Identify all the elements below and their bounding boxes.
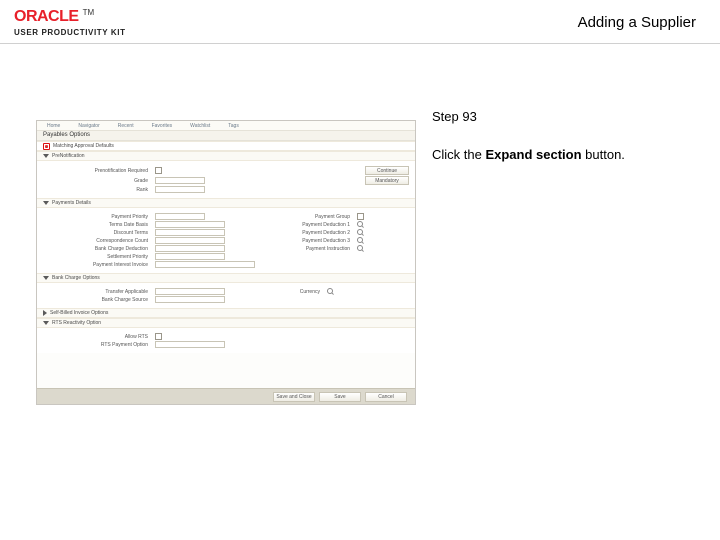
section-label: Payments Details xyxy=(52,200,91,206)
field-label: Rank xyxy=(43,187,151,193)
search-icon[interactable] xyxy=(357,237,364,244)
instruction-panel: Step 93 Click the Expand section button. xyxy=(410,56,720,405)
tab: Tags xyxy=(228,123,239,129)
embedded-screenshot: Home Navigator Recent Favorites Watchlis… xyxy=(36,120,416,405)
text-input[interactable] xyxy=(155,177,205,184)
modal-footer: Save and Close Save Cancel xyxy=(37,388,415,404)
text-input[interactable] xyxy=(155,261,255,268)
field-label: Bank Charge Deduction xyxy=(43,246,151,252)
field-label: Payment Interest Invoice xyxy=(43,262,151,268)
continue-button[interactable]: Continue xyxy=(365,166,409,175)
field-label: Payment Deduction 2 xyxy=(263,230,353,236)
tab: Favorites xyxy=(152,123,173,129)
prenotif-body: Prenotification Required Continue Grade … xyxy=(37,161,415,198)
instruction-prefix: Click the xyxy=(432,147,485,162)
collapse-icon[interactable] xyxy=(43,276,49,280)
section-payment-details[interactable]: Payments Details xyxy=(37,198,415,208)
search-icon[interactable] xyxy=(357,229,364,236)
bankcharge-body: Transfer Applicable Bank Charge Source C… xyxy=(37,283,415,308)
section-prenotification[interactable]: PreNotification xyxy=(37,151,415,161)
save-button[interactable]: Save xyxy=(319,392,361,402)
checkbox[interactable] xyxy=(155,167,162,174)
field-label: Payment Deduction 3 xyxy=(263,238,353,244)
field-label: Transfer Applicable xyxy=(43,289,151,295)
instruction-bold: Expand section xyxy=(485,147,581,162)
screenshot-wrap: Home Navigator Recent Favorites Watchlis… xyxy=(0,56,410,405)
expand-icon[interactable] xyxy=(43,310,47,316)
field-label: RTS Payment Option xyxy=(43,342,151,348)
field-label: Discount Terms xyxy=(43,230,151,236)
section-bank-charge[interactable]: Bank Charge Options xyxy=(37,273,415,283)
field-label: Prenotification Required xyxy=(43,168,151,174)
oracle-logo: ORACLE TM xyxy=(14,8,126,26)
collapse-icon[interactable] xyxy=(43,321,49,325)
checkbox[interactable] xyxy=(357,213,364,220)
header-bar: ORACLE TM USER PRODUCTIVITY KIT Adding a… xyxy=(0,0,720,44)
text-input[interactable] xyxy=(155,213,205,220)
field-label: Payment Deduction 1 xyxy=(263,222,353,228)
select-input[interactable] xyxy=(155,296,225,303)
subbrand-label: USER PRODUCTIVITY KIT xyxy=(14,28,126,37)
field-label: Allow RTS xyxy=(43,334,151,340)
modal-title: Payables Options xyxy=(37,131,415,141)
field-label: Correspondence Count xyxy=(43,238,151,244)
select-input[interactable] xyxy=(155,288,225,295)
collapse-icon[interactable] xyxy=(43,201,49,205)
instruction-suffix: button. xyxy=(582,147,625,162)
tab: Recent xyxy=(118,123,134,129)
field-label: Payment Instruction xyxy=(263,246,353,252)
app-tabs: Home Navigator Recent Favorites Watchlis… xyxy=(37,121,415,131)
section-label: Matching Approval Defaults xyxy=(53,143,114,149)
expand-icon[interactable] xyxy=(43,143,50,150)
field-label: Terms Date Basis xyxy=(43,222,151,228)
select-input[interactable] xyxy=(155,245,225,252)
trademark-symbol: TM xyxy=(83,8,95,17)
select-input[interactable] xyxy=(155,221,225,228)
step-number: Step 93 xyxy=(432,108,704,126)
section-label: Self-Billed Invoice Options xyxy=(50,310,108,316)
text-input[interactable] xyxy=(155,186,205,193)
collapse-icon[interactable] xyxy=(43,154,49,158)
field-label: Grade xyxy=(43,178,151,184)
tab: Watchlist xyxy=(190,123,210,129)
search-icon[interactable] xyxy=(327,288,334,295)
save-close-button[interactable]: Save and Close xyxy=(273,392,315,402)
section-label: PreNotification xyxy=(52,153,85,159)
mandatory-button[interactable]: Mandatory xyxy=(365,176,409,185)
field-label: Bank Charge Source xyxy=(43,297,151,303)
field-label: Payment Priority xyxy=(43,214,151,220)
search-icon[interactable] xyxy=(357,221,364,228)
field-label: Payment Group xyxy=(263,214,353,220)
checkbox[interactable] xyxy=(155,333,162,340)
text-input[interactable] xyxy=(155,341,225,348)
section-match-approval[interactable]: Matching Approval Defaults xyxy=(37,141,415,151)
section-label: Bank Charge Options xyxy=(52,275,100,281)
regparam-body: Allow RTS RTS Payment Option xyxy=(37,328,415,353)
select-input[interactable] xyxy=(155,253,225,260)
brand-block: ORACLE TM USER PRODUCTIVITY KIT xyxy=(14,8,126,37)
tab: Home xyxy=(47,123,60,129)
instruction-text: Click the Expand section button. xyxy=(432,146,704,164)
brand-word: ORACLE xyxy=(14,8,79,26)
cancel-button[interactable]: Cancel xyxy=(365,392,407,402)
paydetails-body: Payment Priority Terms Date Basis Discou… xyxy=(37,208,415,273)
select-input[interactable] xyxy=(155,229,225,236)
section-label: RTS Reactivity Option xyxy=(52,320,101,326)
search-icon[interactable] xyxy=(357,245,364,252)
tab: Navigator xyxy=(78,123,99,129)
content-row: Home Navigator Recent Favorites Watchlis… xyxy=(0,44,720,405)
field-label: Settlement Priority xyxy=(43,254,151,260)
field-label: Currency xyxy=(233,289,323,295)
page-title: Adding a Supplier xyxy=(578,14,696,31)
select-input[interactable] xyxy=(155,237,225,244)
section-self-billed[interactable]: Self-Billed Invoice Options xyxy=(37,308,415,318)
section-reg-parameter[interactable]: RTS Reactivity Option xyxy=(37,318,415,328)
